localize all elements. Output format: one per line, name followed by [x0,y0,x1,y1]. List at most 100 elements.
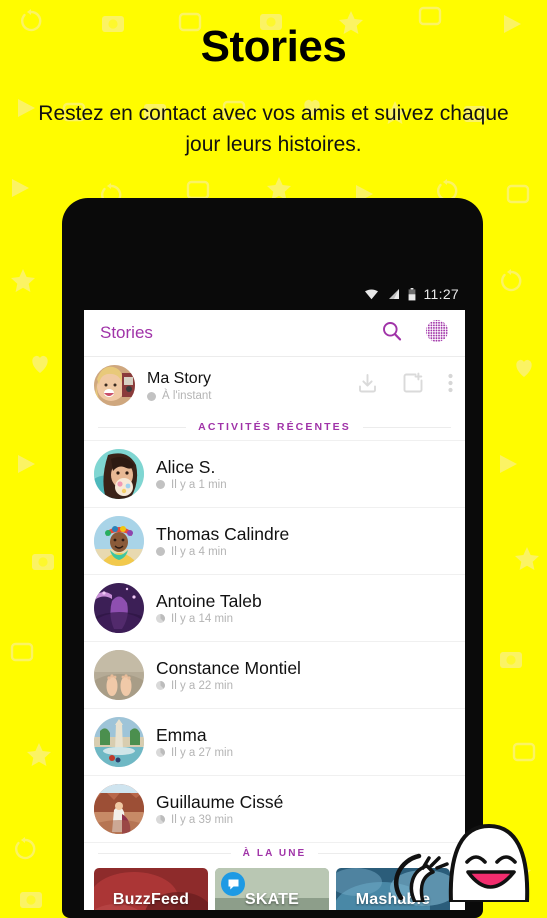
featured-tile[interactable]: BuzzFeed [94,868,208,910]
my-story-meta: À l'instant [147,390,333,402]
partial-circle-icon [156,815,165,824]
page-title: Stories [200,22,347,71]
avatar[interactable] [94,717,144,767]
friend-story-row[interactable]: Guillaume Cissé Il y a 39 min [84,775,465,842]
my-story-name: Ma Story [147,370,212,387]
search-icon [381,320,403,347]
cellular-signal-icon [387,288,400,300]
featured-tile[interactable]: SKATE THE WORLD [215,868,329,910]
friend-story-row[interactable]: Antoine Taleb Il y a 14 min [84,574,465,641]
divider-line-left [98,426,187,428]
add-to-story-icon [402,372,424,399]
snapcode-button[interactable] [425,319,449,348]
timer-watermark-icon [498,268,524,299]
avatar[interactable] [94,583,144,633]
friend-story-list: Alice S. Il y a 1 min Thomas Calindre Il… [84,440,465,842]
partial-circle-icon [156,614,165,623]
divider-line-right [362,426,452,428]
status-bar-clock: 11:27 [423,286,459,302]
avatar[interactable] [94,784,144,834]
featured-tile-label: BuzzFeed [112,891,190,908]
filled-circle-icon [156,547,165,556]
featured-tile-label: Mashable [355,891,431,908]
friend-name: Alice S. [156,457,216,477]
chat-watermark-icon [506,184,530,213]
filled-circle-icon [156,480,165,489]
my-story-actions [333,372,453,399]
friend-text: Thomas Calindre Il y a 4 min [156,525,453,558]
friend-text: Antoine Taleb Il y a 14 min [156,592,453,625]
avatar[interactable] [94,449,144,499]
friend-text: Alice S. Il y a 1 min [156,458,453,491]
camera-watermark-icon [498,646,524,677]
friend-story-row[interactable]: Alice S. Il y a 1 min [84,440,465,507]
recent-activities-divider: ACTIVITÉS RÉCENTES [84,414,465,440]
partial-circle-icon [156,681,165,690]
friend-name: Guillaume Cissé [156,792,284,812]
star-watermark-icon [514,546,540,577]
chat-watermark-icon [512,742,536,771]
friend-name: Emma [156,725,207,745]
filled-circle-icon [147,391,156,401]
timer-watermark-icon [12,836,38,867]
snapcode-dots-icon [425,319,449,348]
my-story-row[interactable]: Ma Story À l'instant [84,357,465,414]
friend-story-row[interactable]: Emma Il y a 27 min [84,708,465,775]
friend-meta: Il y a 1 min [156,479,453,491]
featured-tile[interactable]: Mashable [336,868,450,910]
friend-time: Il y a 14 min [171,612,233,625]
featured-label: À LA UNE [242,848,307,859]
friend-time: Il y a 39 min [171,813,233,826]
friend-meta: Il y a 22 min [156,680,453,692]
friend-text: Emma Il y a 27 min [156,726,453,759]
friend-meta: Il y a 39 min [156,814,453,826]
wifi-icon [364,288,379,300]
play-watermark-icon [8,176,32,205]
friend-meta: Il y a 14 min [156,613,453,625]
friend-text: Guillaume Cissé Il y a 39 min [156,793,453,826]
divider-line-right [318,853,451,854]
page-subtitle: Restez en contact avec vos amis et suive… [38,102,509,156]
play-watermark-icon [496,836,520,865]
play-watermark-icon [496,452,520,481]
friend-name: Antoine Taleb [156,591,262,611]
app-header: Stories [84,310,465,357]
featured-divider: À LA UNE [84,842,465,864]
play-watermark-icon [14,452,38,481]
avatar[interactable] [94,516,144,566]
star-watermark-icon [10,268,36,299]
friend-story-row[interactable]: Constance Montiel Il y a 22 min [84,641,465,708]
friend-meta: Il y a 4 min [156,546,453,558]
friend-name: Constance Montiel [156,658,301,678]
friend-time: Il y a 1 min [171,478,227,491]
partial-circle-icon [156,748,165,757]
overflow-menu-button[interactable] [448,373,453,398]
camera-watermark-icon [30,548,56,579]
add-to-story-button[interactable] [402,372,424,399]
friend-time: Il y a 27 min [171,746,233,759]
friend-story-row[interactable]: Thomas Calindre Il y a 4 min [84,507,465,574]
star-watermark-icon [26,742,52,773]
android-status-bar: 11:27 [84,280,465,308]
phone-mockup: 11:27 Stories Ma Story À l'instant ACTIV… [62,198,483,918]
overflow-menu-icon [448,373,453,398]
download-icon [357,373,378,399]
battery-icon [408,287,416,301]
app-title: Stories [100,323,153,342]
avatar[interactable] [94,650,144,700]
friend-meta: Il y a 27 min [156,747,453,759]
chat-watermark-icon [10,642,34,671]
divider-line-left [98,853,231,854]
camera-watermark-icon [18,886,44,917]
heart-watermark-icon [512,356,536,385]
search-button[interactable] [381,320,403,347]
featured-tile-label: SKATE [244,891,300,908]
friend-time: Il y a 22 min [171,679,233,692]
friend-name: Thomas Calindre [156,524,290,544]
featured-tiles: BuzzFeed SKATE THE WORLD Mashable [84,864,465,910]
my-story-text: Ma Story À l'instant [147,369,333,402]
download-story-button[interactable] [357,373,378,399]
friend-text: Constance Montiel Il y a 22 min [156,659,453,692]
avatar[interactable] [94,365,135,406]
phone-screen: Stories Ma Story À l'instant ACTIVITÉS R… [84,310,465,910]
